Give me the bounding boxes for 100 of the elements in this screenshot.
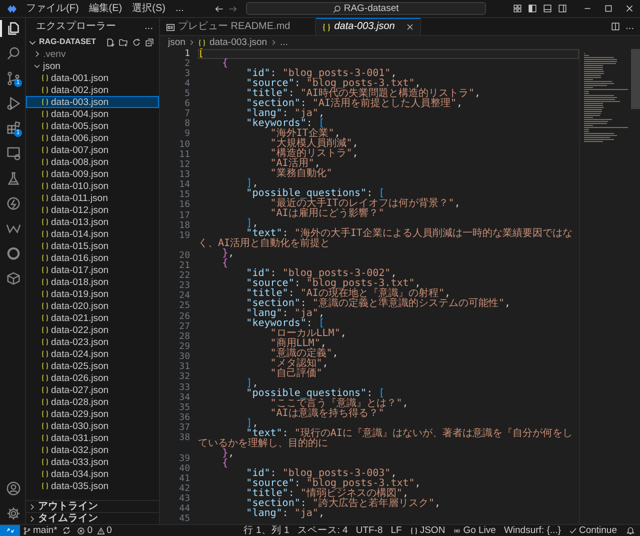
monitor-icon[interactable] xyxy=(6,146,21,161)
menu-item[interactable]: ファイル(F) xyxy=(24,2,81,14)
editor-tab[interactable]: data-003.json xyxy=(316,18,421,35)
tree-item[interactable]: data-002.json xyxy=(26,84,159,96)
maximize-icon[interactable] xyxy=(604,4,613,13)
breadcrumb-item[interactable]: data-003.json xyxy=(209,37,268,48)
refresh-icon[interactable] xyxy=(132,38,141,46)
extensions-icon[interactable] xyxy=(6,121,21,136)
tree-item[interactable]: data-014.json xyxy=(26,228,159,240)
tree-item[interactable]: data-029.json xyxy=(26,408,159,420)
run-debug-icon[interactable] xyxy=(6,96,21,111)
language-mode-button[interactable]: JSON xyxy=(420,525,446,536)
tree-item[interactable]: data-016.json xyxy=(26,252,159,264)
forward-arrow-icon[interactable] xyxy=(228,4,238,14)
tree-item[interactable]: data-034.json xyxy=(26,468,159,480)
tree-item[interactable]: data-027.json xyxy=(26,384,159,396)
more-actions-button[interactable]: ... xyxy=(626,22,634,32)
line-number: 32 xyxy=(179,372,190,383)
new-file-icon[interactable] xyxy=(106,38,115,46)
toggle-sidebar-icon[interactable] xyxy=(528,4,537,13)
tree-item[interactable]: data-009.json xyxy=(26,168,159,180)
tree-item[interactable]: .venv xyxy=(26,48,159,60)
tree-item[interactable]: data-019.json xyxy=(26,288,159,300)
breadcrumb-item[interactable]: ... xyxy=(280,37,288,48)
branch-button[interactable]: main* xyxy=(20,525,60,536)
braces-icon[interactable] xyxy=(410,526,418,534)
collapse-all-icon[interactable] xyxy=(145,38,154,46)
tree-item[interactable]: data-010.json xyxy=(26,180,159,192)
section-header[interactable]: アウトライン xyxy=(26,500,159,512)
breadcrumb-item[interactable]: json xyxy=(168,37,186,48)
line-number: 28 xyxy=(179,332,190,342)
status-item[interactable]: Windsurf: {...} xyxy=(500,525,565,536)
tree-item[interactable]: data-013.json xyxy=(26,216,159,228)
tree-item[interactable]: data-018.json xyxy=(26,276,159,288)
tree-item[interactable]: data-017.json xyxy=(26,264,159,276)
layout-icon[interactable] xyxy=(513,4,522,13)
close-icon[interactable] xyxy=(625,4,634,13)
settings-icon[interactable] xyxy=(6,506,21,521)
ring-icon[interactable] xyxy=(6,246,21,261)
source-control-icon[interactable] xyxy=(6,71,21,86)
go-live-button[interactable]: Go Live xyxy=(449,525,500,536)
menu-item[interactable]: 編集(E) xyxy=(86,2,124,14)
search-field[interactable]: RAG-dataset xyxy=(246,2,486,15)
tree-item[interactable]: data-004.json xyxy=(26,108,159,120)
bell-icon[interactable] xyxy=(626,526,635,535)
toggle-panel-icon[interactable] xyxy=(543,4,552,13)
tree-item[interactable]: data-028.json xyxy=(26,396,159,408)
continue-button[interactable]: Continue xyxy=(564,525,621,536)
tree-item[interactable]: data-026.json xyxy=(26,372,159,384)
lightning-icon[interactable] xyxy=(6,196,21,211)
tree-item[interactable]: data-030.json xyxy=(26,420,159,432)
flask-icon[interactable] xyxy=(6,171,21,186)
search-icon[interactable] xyxy=(6,46,21,61)
tree-item[interactable]: data-005.json xyxy=(26,120,159,132)
more-menu[interactable]: ... xyxy=(173,2,186,14)
remote-button[interactable] xyxy=(0,524,20,536)
scrollbar-thumb[interactable] xyxy=(631,49,640,109)
tree-item[interactable]: data-025.json xyxy=(26,360,159,372)
more-actions-button[interactable]: ... xyxy=(144,22,153,32)
tree-item[interactable]: json xyxy=(26,60,159,72)
status-item[interactable]: UTF-8 xyxy=(352,525,387,536)
line-number: 18 xyxy=(179,220,190,231)
tree-item[interactable]: data-006.json xyxy=(26,132,159,144)
files-icon[interactable] xyxy=(6,21,21,36)
close-icon[interactable] xyxy=(406,23,414,31)
tree-item[interactable]: data-015.json xyxy=(26,240,159,252)
tree-item[interactable]: data-024.json xyxy=(26,348,159,360)
tree-item[interactable]: data-012.json xyxy=(26,204,159,216)
line-number: 33 xyxy=(179,382,190,393)
tree-item[interactable]: data-033.json xyxy=(26,456,159,468)
tree-item[interactable]: data-008.json xyxy=(26,156,159,168)
tree-item[interactable]: data-023.json xyxy=(26,336,159,348)
tree-item[interactable]: data-007.json xyxy=(26,144,159,156)
status-item[interactable]: LF xyxy=(386,525,406,536)
cube-icon[interactable] xyxy=(6,271,21,286)
menu-item[interactable]: 選択(S) xyxy=(130,2,168,14)
tree-item[interactable]: data-003.json xyxy=(26,96,159,108)
error-icon[interactable] xyxy=(77,526,86,534)
back-arrow-icon[interactable] xyxy=(214,4,224,14)
tree-item[interactable]: data-022.json xyxy=(26,324,159,336)
tree-item[interactable]: data-032.json xyxy=(26,444,159,456)
folder-header[interactable]: RAG-DATASET xyxy=(26,36,159,48)
split-editor-icon[interactable] xyxy=(610,22,620,31)
new-folder-icon[interactable] xyxy=(119,38,128,46)
tree-item[interactable]: data-031.json xyxy=(26,432,159,444)
tree-item[interactable]: data-001.json xyxy=(26,72,159,84)
status-item[interactable]: 行 1、列 1 xyxy=(239,525,294,536)
toggle-secondary-sidebar-icon[interactable] xyxy=(558,4,567,13)
tree-item[interactable]: data-011.json xyxy=(26,192,159,204)
sync-icon[interactable] xyxy=(62,526,72,535)
error-count[interactable]: 0 xyxy=(87,525,93,536)
warning-icon[interactable] xyxy=(96,526,105,534)
tree-item[interactable]: data-035.json xyxy=(26,480,159,492)
tree-item[interactable]: data-020.json xyxy=(26,300,159,312)
tree-item[interactable]: data-021.json xyxy=(26,312,159,324)
account-icon[interactable] xyxy=(6,481,21,496)
line-number: 14 xyxy=(179,180,190,190)
code-line: "lang": "ja", xyxy=(245,309,326,319)
status-item[interactable]: スペース: 4 xyxy=(293,525,352,536)
warning-count[interactable]: 0 xyxy=(106,525,112,536)
